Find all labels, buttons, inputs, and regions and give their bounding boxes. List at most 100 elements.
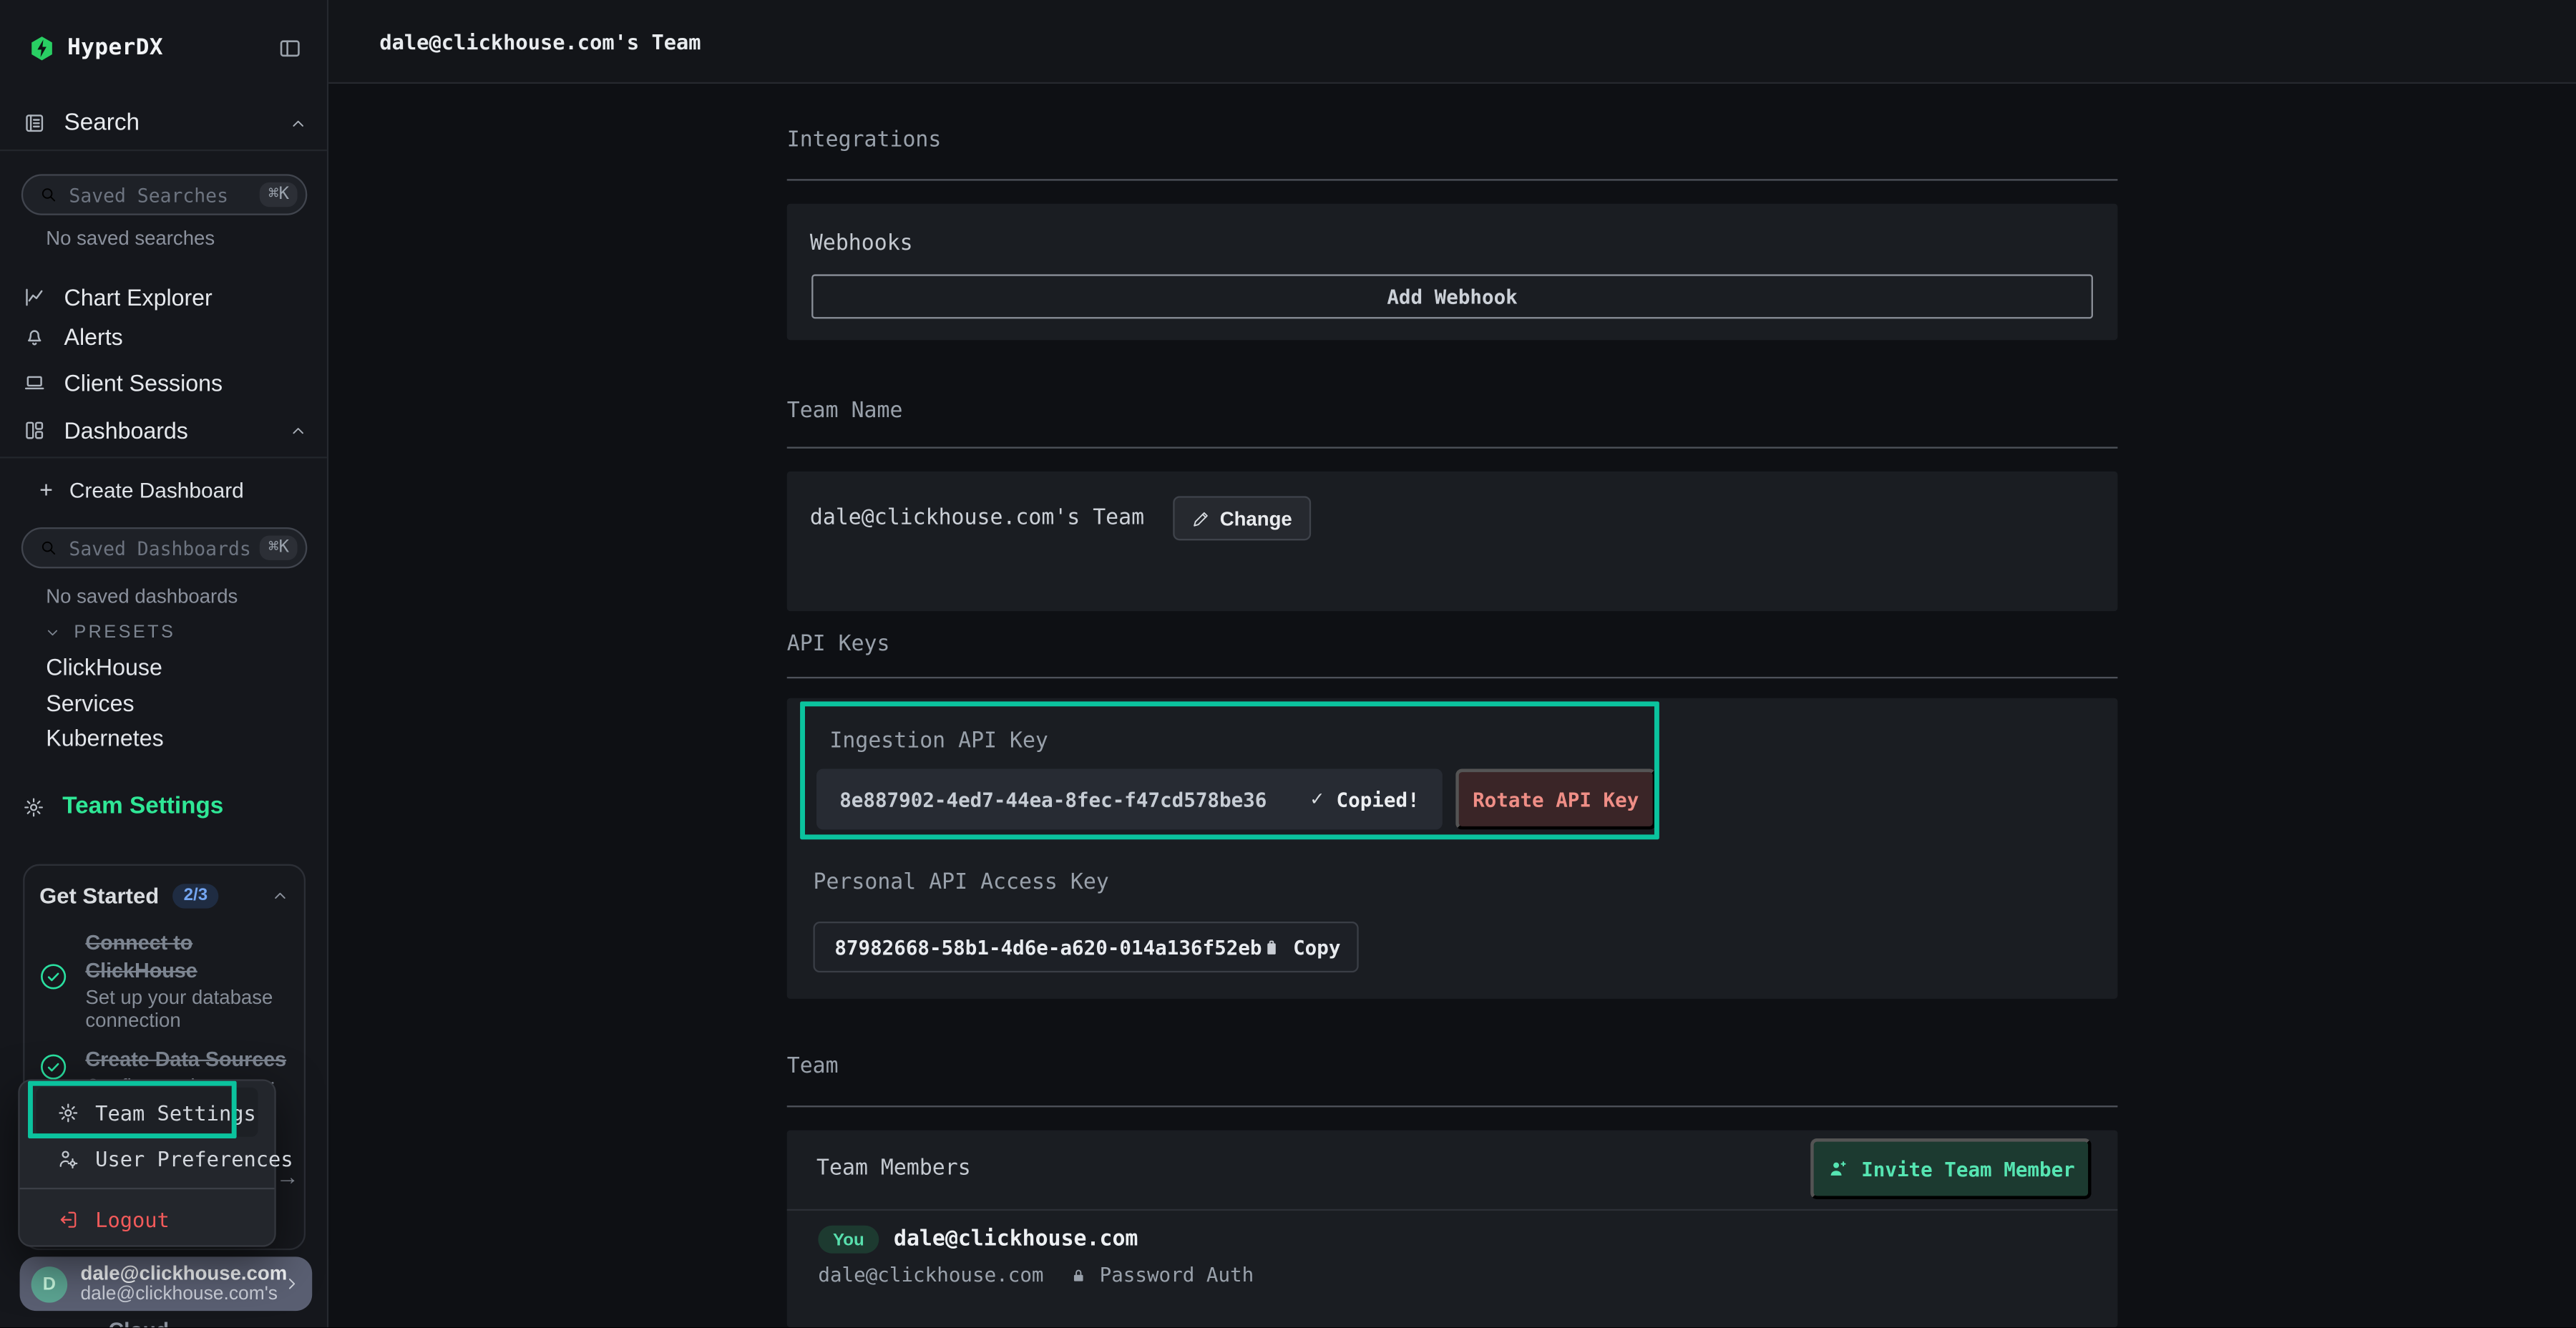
section-title-team-name: Team Name xyxy=(787,399,903,424)
section-divider xyxy=(787,1105,2118,1107)
sidebar-item-dashboards[interactable]: Dashboards xyxy=(23,411,307,450)
task-title: Create Data Sources xyxy=(85,1046,294,1074)
task-title: ClickHouse xyxy=(85,958,294,986)
task-connect-clickhouse[interactable]: Connect to ClickHouse Set up your databa… xyxy=(85,929,294,1031)
clipped-bottom-text: Cloud xyxy=(109,1317,240,1327)
plus-icon: + xyxy=(39,477,53,503)
account-button[interactable]: D dale@clickhouse.com dale@clickhouse.co… xyxy=(20,1256,313,1311)
section-title-api-keys: API Keys xyxy=(787,633,890,657)
sidebar-section-search[interactable]: Search xyxy=(23,104,307,143)
copy-button[interactable]: Copy xyxy=(1262,936,1340,959)
sidebar: HyperDX Search Saved Searches ⌘K No save… xyxy=(0,0,328,1327)
avatar: D xyxy=(31,1266,68,1302)
rotate-api-key-button[interactable]: Rotate API Key xyxy=(1455,768,1656,829)
menu-item-user-preferences[interactable]: User Preferences xyxy=(36,1137,258,1180)
team-settings-label: Team Settings xyxy=(62,794,223,820)
search-section-label: Search xyxy=(64,110,140,137)
account-team: dale@clickhouse.com's xyxy=(80,1284,282,1305)
member-details: dale@clickhouse.com Password Auth xyxy=(818,1264,1254,1286)
create-dashboard-button[interactable]: + Create Dashboard xyxy=(39,472,244,508)
invite-team-member-button[interactable]: Invite Team Member xyxy=(1810,1138,2092,1199)
menu-item-team-settings[interactable]: Team Settings xyxy=(36,1088,258,1137)
bell-icon xyxy=(23,326,46,348)
topbar: dale@clickhouse.com's Team xyxy=(328,0,2576,84)
main-content: Integrations Webhooks Add Webhook Team N… xyxy=(328,84,2576,1327)
preset-kubernetes[interactable]: Kubernetes xyxy=(46,724,163,751)
team-name-card: dale@clickhouse.com's Team Change xyxy=(787,472,2118,611)
task-title: Connect to xyxy=(85,929,294,957)
sidebar-divider xyxy=(0,456,327,458)
preset-clickhouse[interactable]: ClickHouse xyxy=(46,654,162,680)
card-divider xyxy=(787,1209,2118,1211)
pencil-icon xyxy=(1190,509,1210,529)
menu-label: User Preferences xyxy=(95,1146,293,1170)
get-started-header[interactable]: Get Started 2/3 xyxy=(39,882,289,910)
sidebar-divider xyxy=(0,150,327,151)
section-title-team: Team xyxy=(787,1055,839,1079)
check-circle-icon xyxy=(39,962,67,990)
ingestion-key-value[interactable]: 8e887902-4ed7-44ea-8fec-f47cd578be36 ✓ C… xyxy=(816,768,1443,829)
personal-key-label: Personal API Access Key xyxy=(813,871,1108,895)
chevron-up-icon[interactable] xyxy=(271,887,289,905)
clipboard-icon xyxy=(1262,937,1282,957)
copied-indicator: ✓ Copied! xyxy=(1309,788,1419,811)
account-text: dale@clickhouse.com dale@clickhouse.com'… xyxy=(80,1262,282,1305)
team-members-card: Team Members Invite Team Member You dale… xyxy=(787,1131,2118,1328)
create-dashboard-label: Create Dashboard xyxy=(69,477,244,502)
personal-key-value[interactable]: 87982668-58b1-4d6e-a620-014a136f52eb Cop… xyxy=(813,922,1358,972)
api-keys-card: Ingestion API Key 8e887902-4ed7-44ea-8fe… xyxy=(787,698,2118,999)
saved-searches-input[interactable]: Saved Searches ⌘K xyxy=(21,174,307,215)
hyperdx-logo-icon xyxy=(28,34,56,62)
nav-label: Client Sessions xyxy=(64,370,223,396)
shortcut-badge: ⌘K xyxy=(260,182,298,206)
gear-icon xyxy=(57,1101,79,1123)
settings-column: Integrations Webhooks Add Webhook Team N… xyxy=(787,84,2118,1327)
section-divider xyxy=(787,446,2118,448)
chart-icon xyxy=(23,285,46,308)
copy-label: Copy xyxy=(1293,936,1340,959)
user-gear-icon xyxy=(57,1148,79,1169)
shortcut-badge: ⌘K xyxy=(260,536,298,560)
webhooks-title: Webhooks xyxy=(810,232,913,256)
task-desc: connection xyxy=(85,1009,294,1032)
presets-toggle[interactable]: PRESETS xyxy=(44,621,175,644)
member-email: dale@clickhouse.com xyxy=(894,1227,1138,1251)
preset-services[interactable]: Services xyxy=(46,690,134,716)
webhooks-card: Webhooks Add Webhook xyxy=(787,204,2118,341)
no-saved-dashboards-note: No saved dashboards xyxy=(46,585,238,607)
gear-icon xyxy=(23,796,44,817)
sidebar-item-client-sessions[interactable]: Client Sessions xyxy=(23,363,307,402)
menu-label: Logout xyxy=(95,1206,170,1231)
chevron-down-icon xyxy=(44,624,61,640)
chevron-up-icon[interactable] xyxy=(289,421,307,439)
laptop-icon xyxy=(23,371,46,394)
sidebar-item-alerts[interactable]: Alerts xyxy=(23,317,307,356)
dashboard-grid-icon xyxy=(23,419,46,441)
collapse-sidebar-icon[interactable] xyxy=(278,35,302,59)
lock-icon xyxy=(1070,1266,1088,1284)
saved-dashboards-placeholder: Saved Dashboards xyxy=(69,537,250,560)
personal-key-text: 87982668-58b1-4d6e-a620-014a136f52eb xyxy=(834,936,1262,959)
magnifier-icon xyxy=(39,539,57,557)
you-badge: You xyxy=(818,1226,879,1254)
auth-method: Password Auth xyxy=(1100,1264,1254,1286)
saved-dashboards-input[interactable]: Saved Dashboards ⌘K xyxy=(21,527,307,568)
invite-label: Invite Team Member xyxy=(1861,1157,2075,1180)
chevron-up-icon[interactable] xyxy=(289,114,307,132)
sidebar-item-chart-explorer[interactable]: Chart Explorer xyxy=(23,278,307,317)
ingestion-key-text: 8e887902-4ed7-44ea-8fec-f47cd578be36 xyxy=(839,788,1267,811)
menu-item-logout[interactable]: Logout xyxy=(36,1196,258,1241)
add-webhook-button[interactable]: Add Webhook xyxy=(811,274,2093,318)
change-team-name-button[interactable]: Change xyxy=(1172,496,1310,540)
member-email-secondary: dale@clickhouse.com xyxy=(818,1264,1043,1286)
sidebar-item-team-settings[interactable]: Team Settings xyxy=(23,787,307,826)
section-divider xyxy=(787,677,2118,678)
search-journal-icon xyxy=(23,112,46,135)
copied-label: Copied! xyxy=(1337,788,1420,811)
nav-label: Dashboards xyxy=(64,417,188,444)
get-started-title: Get Started xyxy=(39,884,159,908)
check-circle-icon xyxy=(39,1053,67,1081)
section-divider xyxy=(787,179,2118,180)
presets-label: PRESETS xyxy=(74,622,175,643)
progress-badge: 2/3 xyxy=(172,884,220,908)
